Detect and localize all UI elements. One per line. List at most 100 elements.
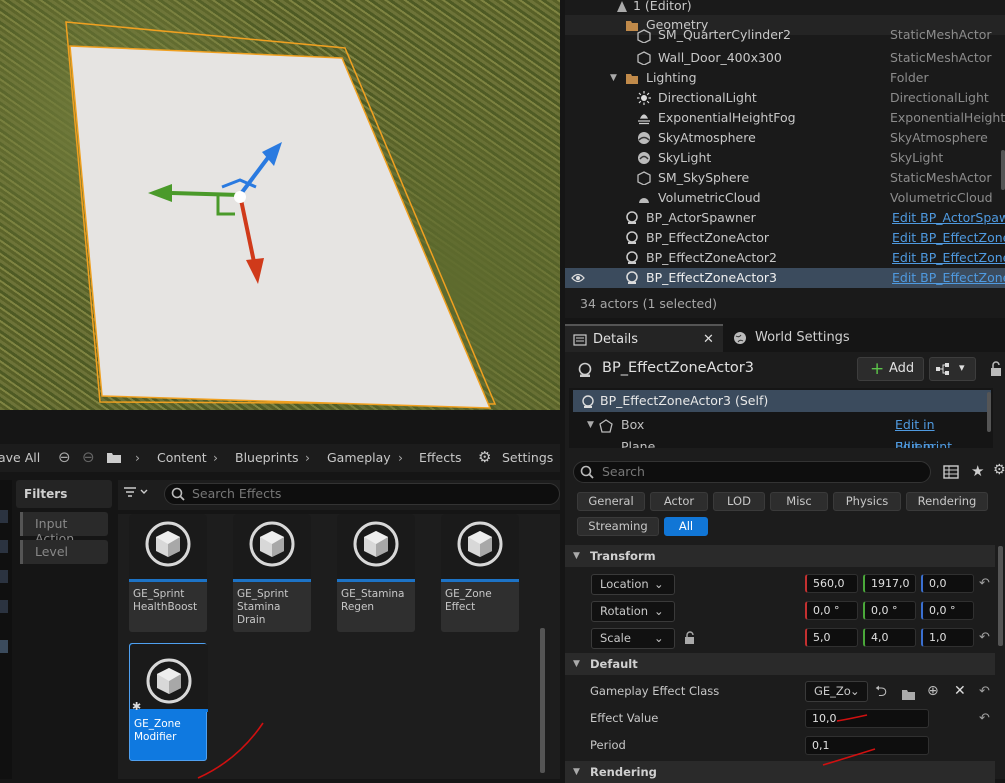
filter-physics[interactable]: Physics (833, 492, 901, 511)
tab-details[interactable]: Details ✕ (565, 324, 723, 352)
breadcrumb-blueprints[interactable]: Blueprints (235, 450, 299, 465)
breadcrumb-gameplay[interactable]: Gameplay (327, 450, 391, 465)
filter-level[interactable]: Level (20, 540, 108, 564)
outliner-row-directionallight[interactable]: DirectionalLight DirectionalLight (565, 88, 1005, 108)
save-all-button[interactable]: ave All (0, 450, 40, 465)
outliner-row-editor[interactable]: 1 (Editor) (565, 0, 1005, 16)
asset-thumbnail (233, 514, 311, 582)
search-icon (580, 465, 594, 482)
filter-all[interactable]: All (664, 517, 708, 536)
filter-actor[interactable]: Actor (650, 492, 708, 511)
outliner-row-bp-actorspawner[interactable]: BP_ActorSpawner Edit BP_ActorSpaw (565, 208, 1005, 228)
tab-world-settings[interactable]: World Settings (731, 324, 881, 352)
level-viewport[interactable] (0, 0, 560, 410)
rotation-z-field[interactable]: 0,0 ° (921, 601, 974, 620)
chevron-down-icon[interactable]: ▼ (610, 71, 624, 85)
viewport-scene (65, 21, 497, 409)
components-scrollbar[interactable] (987, 392, 991, 432)
outliner-row-label: Wall_Door_400x300 (658, 50, 782, 65)
reset-icon[interactable]: ↶ (979, 705, 990, 732)
components-tree: BP_EffectZoneActor3 (Self) ▼ Box Edit in… (569, 388, 993, 448)
filter-streaming[interactable]: Streaming (577, 517, 659, 536)
outliner-row-skyatmosphere[interactable]: SkyAtmosphere SkyAtmosphere (565, 128, 1005, 148)
reset-icon[interactable]: ↶ (979, 624, 990, 651)
filter-misc[interactable]: Misc (770, 492, 828, 511)
section-transform[interactable]: ▼ Transform (565, 545, 995, 567)
settings-icon[interactable]: ⚙ (993, 462, 1005, 478)
reset-icon[interactable]: ↶ (979, 570, 990, 597)
outliner-row-lighting[interactable]: ▼ Lighting Folder (565, 68, 1005, 88)
component-self[interactable]: BP_EffectZoneActor3 (Self) (573, 390, 991, 412)
breadcrumb-content[interactable]: Content (157, 450, 207, 465)
edit-blueprint-link[interactable]: Edit BP_EffectZone (892, 268, 1005, 288)
location-x-field[interactable]: 560,0 (805, 574, 858, 593)
lock-icon[interactable] (683, 624, 697, 651)
add-circle-icon[interactable]: ⊕ (927, 678, 939, 705)
asset-tile[interactable]: GE_Stamina Regen (337, 514, 415, 632)
asset-tile[interactable]: GE_Sprint HealthBoost (129, 514, 207, 632)
settings-icon[interactable]: ⚙ (478, 448, 491, 466)
edit-blueprint-link[interactable]: Edit BP_EffectZone (892, 248, 1005, 268)
folder-icon[interactable] (106, 451, 122, 467)
breadcrumb-effects[interactable]: Effects (419, 450, 462, 465)
static-mesh-icon (637, 171, 651, 186)
lock-icon[interactable] (989, 361, 1003, 380)
asset-search-placeholder: Search Effects (192, 486, 282, 501)
outliner-row-wall-door[interactable]: Wall_Door_400x300 StaticMeshActor (565, 48, 1005, 68)
reset-icon[interactable]: ↶ (979, 678, 990, 705)
use-selected-icon[interactable]: ⮌ (875, 678, 887, 705)
component-plane[interactable]: Plane Edit in Blueprint (573, 436, 991, 448)
location-y-field[interactable]: 1917,0 (863, 574, 916, 593)
forward-icon[interactable]: ⊖ (82, 448, 95, 466)
asset-view-scrollbar[interactable] (540, 628, 545, 773)
chevron-down-icon[interactable]: ▼ (587, 414, 594, 436)
filter-rendering[interactable]: Rendering (906, 492, 988, 511)
edit-blueprint-link[interactable]: Edit BP_EffectZone (892, 228, 1005, 248)
star-icon[interactable]: ★ (971, 462, 984, 480)
rotation-y-field[interactable]: 0,0 ° (863, 601, 916, 620)
back-icon[interactable]: ⊖ (58, 448, 71, 466)
filter-general[interactable]: General (577, 492, 645, 511)
outliner-row-sm-skysphere[interactable]: SM_SkySphere StaticMeshActor (565, 168, 1005, 188)
table-view-icon[interactable] (943, 464, 959, 483)
scale-y-field[interactable]: 4,0 (863, 628, 916, 647)
scale-z-field[interactable]: 1,0 (921, 628, 974, 647)
filters-header[interactable]: Filters (16, 480, 112, 508)
actor-name: BP_EffectZoneActor3 (602, 360, 754, 376)
filter-icon[interactable] (123, 485, 149, 502)
rotation-mode-dropdown[interactable]: Rotation ⌄ (591, 601, 675, 622)
asset-tile[interactable]: GE_Zone Effect (441, 514, 519, 632)
settings-button[interactable]: Settings (502, 450, 553, 465)
outliner-row-bp-effectzoneactor3[interactable]: BP_EffectZoneActor3 Edit BP_EffectZone (565, 268, 1005, 288)
rotation-x-field[interactable]: 0,0 ° (805, 601, 858, 620)
section-rendering[interactable]: ▼ Rendering (565, 761, 995, 783)
outliner-row-skylight[interactable]: SkyLight SkyLight (565, 148, 1005, 168)
outliner-row-bp-effectzoneactor2[interactable]: BP_EffectZoneActor2 Edit BP_EffectZone (565, 248, 1005, 268)
outliner-row-bp-effectzoneactor[interactable]: BP_EffectZoneActor Edit BP_EffectZone (565, 228, 1005, 248)
asset-search-input[interactable]: Search Effects (164, 483, 560, 505)
details-search-input[interactable]: Search (573, 461, 931, 483)
edit-in-blueprint-link[interactable]: Edit in Blueprint (895, 436, 991, 448)
clear-icon[interactable]: ✕ (954, 678, 966, 705)
component-box[interactable]: ▼ Box Edit in Blueprint (573, 414, 991, 448)
ge-class-dropdown[interactable]: GE_Zo ⌄ (805, 681, 868, 702)
outliner-row-volumetriccloud[interactable]: VolumetricCloud VolumetricCloud (565, 188, 1005, 208)
location-mode-dropdown[interactable]: Location ⌄ (591, 574, 675, 595)
eye-icon[interactable] (571, 271, 585, 285)
outliner-row-sm-quartercylinder2[interactable]: SM_QuarterCylinder2 StaticMeshActor (565, 27, 1005, 48)
asset-tile[interactable]: GE_Sprint Stamina Drain (233, 514, 311, 632)
close-icon[interactable]: ✕ (703, 326, 714, 354)
location-z-field[interactable]: 0,0 (921, 574, 974, 593)
filter-input-action[interactable]: Input Action (20, 512, 108, 546)
scale-mode-dropdown[interactable]: Scale ⌄ (591, 628, 675, 649)
annotation-scribble (197, 722, 264, 779)
blueprint-options-button[interactable]: ▾ (929, 357, 976, 381)
section-default[interactable]: ▼ Default (565, 653, 995, 675)
filter-lod[interactable]: LOD (713, 492, 765, 511)
outliner-scrollbar[interactable] (1001, 150, 1005, 190)
scale-x-field[interactable]: 5,0 (805, 628, 858, 647)
edit-blueprint-link[interactable]: Edit BP_ActorSpaw (892, 208, 1005, 228)
add-component-button[interactable]: + Add (857, 357, 924, 381)
details-scrollbar[interactable] (998, 546, 1003, 646)
outliner-row-fog[interactable]: ExponentialHeightFog ExponentialHeightF (565, 108, 1005, 128)
